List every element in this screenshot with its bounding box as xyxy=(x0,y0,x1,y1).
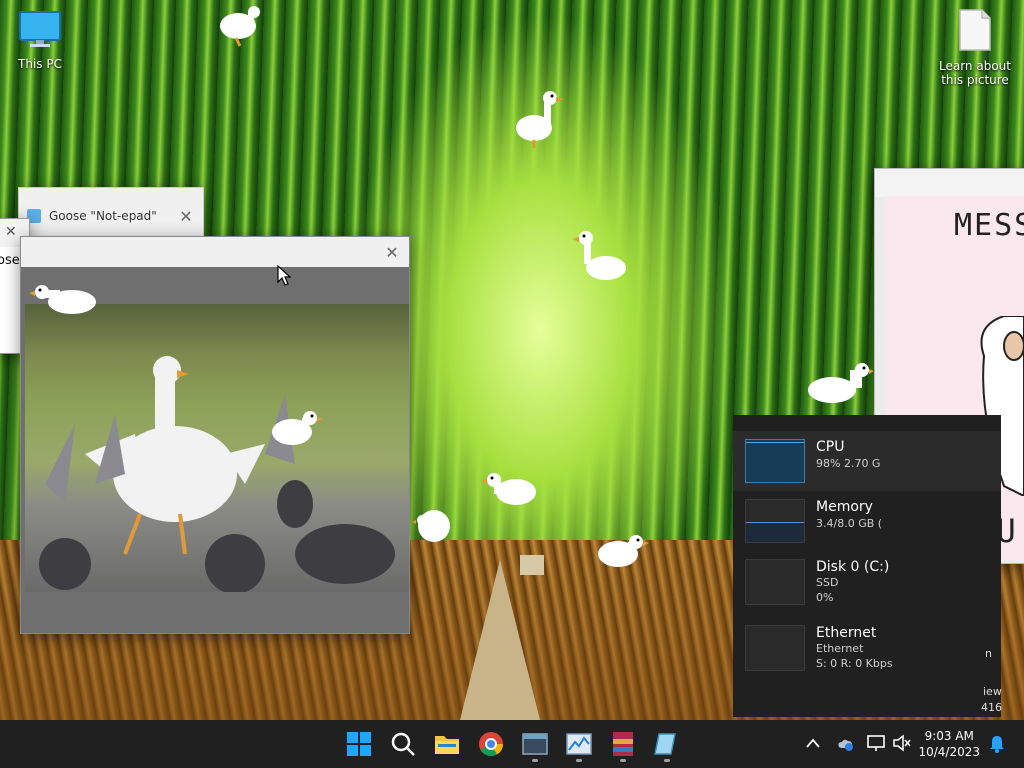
memory-graph xyxy=(745,499,805,543)
clock-time: 9:03 AM xyxy=(924,729,974,743)
chrome-icon[interactable] xyxy=(477,730,505,758)
edge-text-1: n xyxy=(985,647,992,660)
desktop-icon-this-pc[interactable]: This PC xyxy=(0,10,80,71)
goose-sprite[interactable] xyxy=(512,88,568,150)
window-title: Goose "Not-epad" xyxy=(49,209,157,223)
task-manager-panel[interactable]: CPU 98% 2.70 G Memory 3.4/8.0 GB ( Disk … xyxy=(733,415,1002,717)
desktop-icon-label: This PC xyxy=(18,57,62,71)
app-running-indicator xyxy=(532,759,538,762)
volume-muted-icon[interactable] xyxy=(892,734,912,752)
document-icon xyxy=(934,8,1016,55)
ethernet-usage: S: 0 R: 0 Kbps xyxy=(816,657,893,670)
cpu-graph xyxy=(745,439,805,483)
task-manager-row-memory[interactable]: Memory 3.4/8.0 GB ( xyxy=(733,491,1001,551)
goose-sprite[interactable] xyxy=(28,280,98,324)
goose-sprite[interactable] xyxy=(412,502,456,550)
mouse-cursor-icon xyxy=(277,265,291,286)
search-icon[interactable] xyxy=(389,730,417,758)
goose-sprite[interactable] xyxy=(570,228,628,288)
edge-text-3: 416 xyxy=(981,701,1002,714)
disk-type: SSD xyxy=(816,576,839,589)
chevron-up-icon[interactable] xyxy=(806,738,820,748)
app-window-icon[interactable] xyxy=(521,730,549,758)
cpu-label: CPU xyxy=(816,439,845,455)
file-explorer-icon[interactable] xyxy=(433,730,461,758)
start-button-windows-icon[interactable] xyxy=(345,730,373,758)
notepad-icon[interactable] xyxy=(653,730,681,758)
task-manager-row-cpu[interactable]: CPU 98% 2.70 G xyxy=(733,431,1001,491)
notepad-titlebar[interactable]: Goose "Not-epad" ✕ xyxy=(19,202,203,230)
disk-graph xyxy=(745,559,805,605)
goose-sprite[interactable] xyxy=(596,530,650,574)
task-manager-row-disk[interactable]: Disk 0 (C:) SSD 0% xyxy=(733,551,1001,617)
disk-usage: 0% xyxy=(816,591,834,604)
goose-sprite[interactable] xyxy=(480,468,540,512)
close-icon[interactable]: ✕ xyxy=(169,207,203,226)
goose-sprite[interactable] xyxy=(806,360,874,408)
app-running-indicator xyxy=(664,759,670,762)
ethernet-type: Ethernet xyxy=(816,642,864,655)
app-running-indicator xyxy=(576,759,582,762)
close-icon[interactable]: ✕ xyxy=(5,224,17,240)
wallpaper-path-far xyxy=(520,555,544,575)
disk-label: Disk 0 (C:) xyxy=(816,559,890,575)
system-clock[interactable]: 9:03 AM 10/4/2023 xyxy=(918,728,980,760)
memory-label: Memory xyxy=(816,499,873,515)
clock-date: 10/4/2023 xyxy=(918,745,980,759)
taskbar: 9:03 AM 10/4/2023 xyxy=(0,720,1024,768)
goose-photo xyxy=(25,304,409,592)
desktop-icon-label: Learn about this picture xyxy=(939,59,1011,87)
network-icon[interactable] xyxy=(866,734,886,752)
close-icon[interactable]: ✕ xyxy=(375,243,409,262)
cpu-usage: 98% 2.70 G xyxy=(816,457,881,470)
ethernet-label: Ethernet xyxy=(816,625,877,641)
app-running-indicator xyxy=(620,759,626,762)
notification-bell-icon[interactable] xyxy=(988,734,1006,754)
notepad-window-back[interactable]: Goose "Not-epad" ✕ xyxy=(18,187,204,239)
notepad-text[interactable]: ose xyxy=(0,253,20,268)
poster-text-top: MESS V xyxy=(954,208,1024,243)
memory-usage: 3.4/8.0 GB ( xyxy=(816,517,883,530)
edge-text-2: iew xyxy=(983,685,1002,698)
task-manager-icon[interactable] xyxy=(565,730,593,758)
task-manager-row-ethernet[interactable]: Ethernet Ethernet S: 0 R: 0 Kbps xyxy=(733,617,1001,683)
ethernet-graph xyxy=(745,625,805,671)
desktop-icon-learn-about-picture[interactable]: Learn about this picture xyxy=(934,8,1016,87)
winrar-icon[interactable] xyxy=(609,730,637,758)
poster-titlebar[interactable] xyxy=(875,169,1024,197)
monitor-icon xyxy=(0,10,80,53)
onedrive-icon[interactable] xyxy=(836,734,854,752)
wallpaper-path xyxy=(460,560,540,720)
goose-sprite[interactable] xyxy=(268,404,324,450)
image-window-titlebar[interactable]: ✕ xyxy=(21,237,409,267)
goose-sprite[interactable] xyxy=(216,2,264,50)
